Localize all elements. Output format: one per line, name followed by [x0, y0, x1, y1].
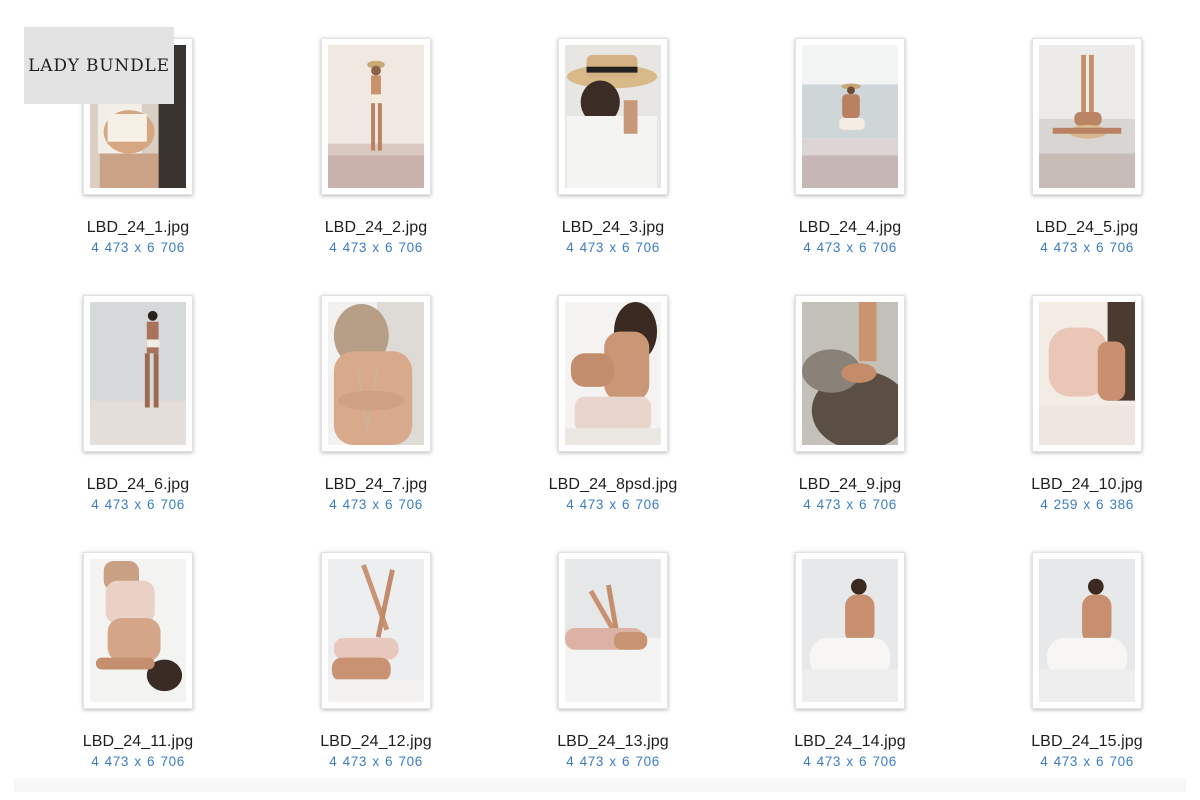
thumbnail-image: [565, 559, 661, 702]
file-name: LBD_24_4.jpg: [798, 219, 902, 236]
thumbnail-image: [328, 559, 424, 702]
lady-bundle-badge: LADY BUNDLE: [24, 27, 174, 104]
file-item[interactable]: LBD_24_9.jpg 4 473 x 6 706: [750, 295, 950, 535]
file-dimensions: 4 259 x 6 386: [1040, 497, 1134, 512]
thumbnail-image: [565, 302, 661, 445]
file-name: LBD_24_13.jpg: [557, 733, 669, 750]
thumbnail-image: [328, 302, 424, 445]
file-dimensions: 4 473 x 6 706: [803, 240, 897, 255]
file-dimensions: 4 473 x 6 706: [91, 497, 185, 512]
thumbnail-image: [802, 45, 898, 188]
file-item[interactable]: LBD_24_15.jpg 4 473 x 6 706: [987, 552, 1187, 792]
thumbnail-image: [802, 302, 898, 445]
file-thumbnail[interactable]: [83, 552, 193, 709]
file-thumbnail[interactable]: [795, 552, 905, 709]
file-item[interactable]: LBD_24_12.jpg 4 473 x 6 706: [276, 552, 476, 792]
file-name: LBD_24_10.jpg: [1031, 476, 1143, 493]
file-thumbnail[interactable]: [321, 295, 431, 452]
file-name: LBD_24_11.jpg: [82, 733, 194, 750]
file-item[interactable]: LBD_24_14.jpg 4 473 x 6 706: [750, 552, 950, 792]
file-dimensions: 4 473 x 6 706: [566, 754, 660, 769]
thumbnail-image: [1039, 302, 1135, 445]
file-name: LBD_24_6.jpg: [86, 476, 190, 493]
file-thumbnail[interactable]: [1032, 38, 1142, 195]
file-name: LBD_24_9.jpg: [798, 476, 902, 493]
thumbnail-image: [90, 302, 186, 445]
file-dimensions: 4 473 x 6 706: [803, 754, 897, 769]
file-name: LBD_24_14.jpg: [794, 733, 906, 750]
file-name: LBD_24_2.jpg: [324, 219, 428, 236]
file-thumbnail[interactable]: [1032, 295, 1142, 452]
file-item[interactable]: LBD_24_6.jpg 4 473 x 6 706: [38, 295, 238, 535]
file-item[interactable]: LBD_24_4.jpg 4 473 x 6 706: [750, 38, 950, 278]
file-name: LBD_24_12.jpg: [320, 733, 432, 750]
file-dimensions: 4 473 x 6 706: [329, 497, 423, 512]
file-item[interactable]: LBD_24_13.jpg 4 473 x 6 706: [513, 552, 713, 792]
file-dimensions: 4 473 x 6 706: [91, 754, 185, 769]
file-dimensions: 4 473 x 6 706: [1040, 240, 1134, 255]
file-dimensions: 4 473 x 6 706: [329, 240, 423, 255]
file-name: LBD_24_3.jpg: [561, 219, 665, 236]
file-item[interactable]: LBD_24_11.jpg 4 473 x 6 706: [38, 552, 238, 792]
thumbnail-image: [328, 45, 424, 188]
file-grid: LBD_24_1.jpg 4 473 x 6 706 LBD_24_2.jpg 4 4…: [0, 0, 1200, 800]
file-dimensions: 4 473 x 6 706: [91, 240, 185, 255]
file-thumbnail[interactable]: [558, 552, 668, 709]
file-thumbnail[interactable]: [321, 38, 431, 195]
file-dimensions: 4 473 x 6 706: [566, 240, 660, 255]
file-item[interactable]: LBD_24_10.jpg 4 259 x 6 386: [987, 295, 1187, 535]
file-dimensions: 4 473 x 6 706: [566, 497, 660, 512]
thumbnail-image: [1039, 559, 1135, 702]
file-name: LBD_24_7.jpg: [324, 476, 428, 493]
file-thumbnail[interactable]: [558, 38, 668, 195]
file-thumbnail[interactable]: [1032, 552, 1142, 709]
file-item[interactable]: LBD_24_3.jpg 4 473 x 6 706: [513, 38, 713, 278]
file-name: LBD_24_15.jpg: [1031, 733, 1143, 750]
bottom-divider: [14, 778, 1186, 792]
file-item[interactable]: LBD_24_2.jpg 4 473 x 6 706: [276, 38, 476, 278]
file-item[interactable]: LBD_24_8psd.jpg 4 473 x 6 706: [513, 295, 713, 535]
file-dimensions: 4 473 x 6 706: [1040, 754, 1134, 769]
file-name: LBD_24_1.jpg: [86, 219, 190, 236]
file-item[interactable]: LBD_24_5.jpg 4 473 x 6 706: [987, 38, 1187, 278]
file-thumbnail[interactable]: [795, 295, 905, 452]
file-thumbnail[interactable]: [558, 295, 668, 452]
thumbnail-image: [90, 559, 186, 702]
file-name: LBD_24_5.jpg: [1035, 219, 1139, 236]
thumbnail-image: [1039, 45, 1135, 188]
file-thumbnail[interactable]: [83, 295, 193, 452]
file-name: LBD_24_8psd.jpg: [548, 476, 678, 493]
file-dimensions: 4 473 x 6 706: [329, 754, 423, 769]
thumbnail-image: [565, 45, 661, 188]
file-thumbnail[interactable]: [795, 38, 905, 195]
file-dimensions: 4 473 x 6 706: [803, 497, 897, 512]
file-item[interactable]: LBD_24_7.jpg 4 473 x 6 706: [276, 295, 476, 535]
thumbnail-image: [802, 559, 898, 702]
file-thumbnail[interactable]: [321, 552, 431, 709]
